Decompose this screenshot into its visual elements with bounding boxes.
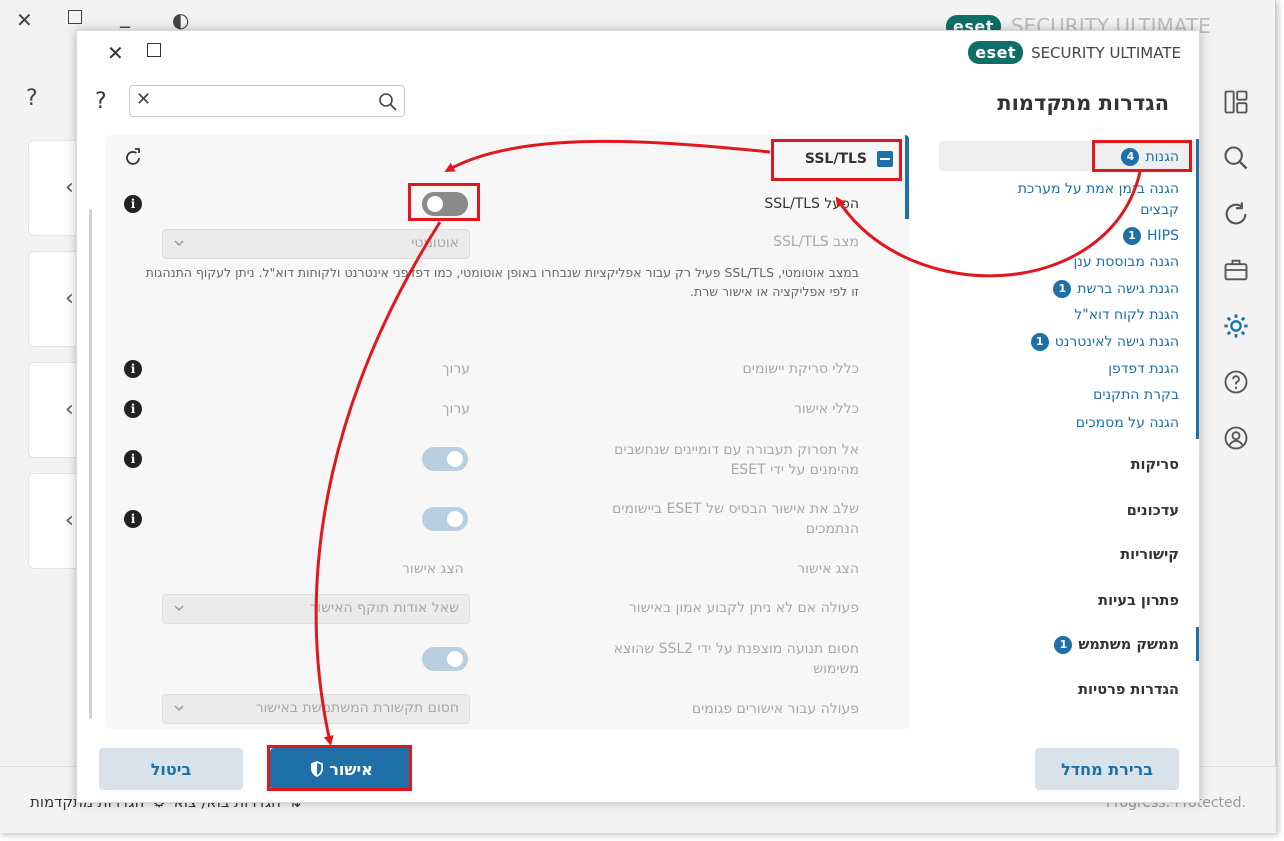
info-icon[interactable]: i	[124, 450, 142, 468]
nav-item-web-access[interactable]: הגנת גישה לאינטרנט 1	[1030, 333, 1179, 351]
enable-ssl-label: הפעל SSL/TLS	[764, 196, 859, 212]
nav-item-network-access[interactable]: הגנת גישה ברשת 1	[1053, 280, 1179, 298]
damaged-cert-value: חסום תקשורת המשתמשת באישור	[255, 700, 459, 716]
scan-search-icon[interactable]	[1222, 144, 1250, 172]
settings-gear-icon[interactable]	[1222, 312, 1250, 340]
tools-briefcase-icon[interactable]	[1222, 256, 1250, 284]
nav-item-realtime-fs[interactable]: הגנה בזמן אמת על מערכת קבצים	[979, 179, 1179, 221]
nav-item-document-protection[interactable]: הגנה על מסמכים	[1076, 415, 1179, 431]
ssl-mode-description: במצב אוטומטי, SSL/TLS פעיל רק עבור אפליק…	[145, 265, 859, 299]
toggle-knob	[447, 651, 463, 667]
block-ssl2-toggle[interactable]	[422, 647, 468, 671]
settings-panel: SSL/TLS הפעל SSL/TLS i מצב SSL/TLS אוטומ…	[106, 135, 909, 729]
nav-section-connectivity[interactable]: קישוריות	[1120, 547, 1179, 563]
ssl-mode-value: אוטומטי	[411, 235, 459, 251]
account-icon[interactable]	[1222, 424, 1250, 452]
app-rules-label: כללי סריקת יישומים	[742, 361, 859, 377]
clear-search-icon[interactable]: ✕	[136, 89, 151, 110]
cert-rules-label: כללי אישור	[793, 401, 859, 417]
default-button[interactable]: ברירת מחדל	[1035, 748, 1179, 790]
root-cert-label: שלב את אישור הבסיס של ESET ביישומים הנתמ…	[612, 501, 859, 537]
nav-item-browser[interactable]: הגנת דפדפן	[1108, 361, 1179, 377]
bg-chevron-left-icon: ‹	[65, 286, 74, 311]
untrusted-action-value: שאל אודות תוקף האישור	[309, 600, 459, 616]
bg-chevron-left-icon: ‹	[65, 397, 74, 422]
bg-chevron-left-icon: ‹	[65, 175, 74, 200]
nav-section-troubleshooting[interactable]: פתרון בעיות	[1098, 593, 1179, 609]
trusted-domains-toggle[interactable]	[422, 447, 468, 471]
help-support-icon[interactable]	[1222, 368, 1250, 396]
nav-active-bar	[1196, 139, 1199, 439]
advanced-setup-dialog: ✕ eset SECURITY ULTIMATE ? ✕ הגדרות מתקד…	[76, 30, 1200, 803]
maximize-icon[interactable]	[147, 43, 161, 57]
help-icon[interactable]: ?	[95, 89, 107, 114]
show-cert-link[interactable]: הצג אישור	[402, 561, 464, 577]
info-icon[interactable]: i	[124, 510, 142, 528]
nav-item-cloud[interactable]: הגנה מבוססת ענן	[1073, 254, 1179, 270]
bg-contrast-icon[interactable]: ◐	[172, 8, 189, 32]
nav-item-email-client[interactable]: הגנת לקוח דוא"ל	[1074, 307, 1179, 323]
nav-item-hips[interactable]: HIPS 1	[1123, 227, 1179, 245]
toggle-knob	[447, 511, 463, 527]
panel-scrollbar[interactable]	[89, 209, 92, 719]
search-input[interactable]	[160, 89, 370, 113]
dashboard-icon[interactable]	[1222, 88, 1250, 116]
revert-icon[interactable]	[124, 147, 144, 167]
nav-item-network-access-badge: 1	[1053, 280, 1072, 298]
page-title: הגדרות מתקדמות	[997, 91, 1169, 115]
root-cert-toggle[interactable]	[422, 507, 468, 531]
nav-item-web-access-label: הגנת גישה לאינטרנט	[1054, 334, 1179, 350]
search-icon[interactable]	[378, 92, 398, 112]
bg-help-icon[interactable]: ?	[26, 86, 38, 111]
app-rules-edit-link[interactable]: ערוך	[442, 361, 470, 377]
block-ssl2-label: חסום תנועה מוצפנת על ידי SSL2 שהוצא משימ…	[613, 641, 859, 677]
dialog-logo: eset SECURITY ULTIMATE	[968, 41, 1181, 64]
annotation-box-ok	[267, 745, 412, 791]
show-cert-label: הצג אישור	[797, 561, 859, 577]
ssl-mode-select[interactable]: אוטומטי	[162, 229, 470, 259]
annotation-box-toggle	[408, 183, 480, 221]
nav-item-hips-label: HIPS	[1147, 228, 1179, 244]
section-active-bar	[905, 135, 909, 219]
info-icon[interactable]: i	[124, 195, 142, 213]
toggle-knob	[447, 451, 463, 467]
annotation-box-ssl-header	[771, 139, 902, 181]
update-icon[interactable]	[1222, 200, 1250, 228]
bg-maximize-icon[interactable]	[68, 10, 82, 24]
untrusted-action-select[interactable]: שאל אודות תוקף האישור	[162, 594, 470, 624]
damaged-cert-label: פעולה עבור אישורים פגומים	[691, 701, 859, 717]
product-name: SECURITY ULTIMATE	[1031, 43, 1181, 62]
cert-rules-edit-link[interactable]: ערוך	[442, 401, 470, 417]
eset-badge: eset	[968, 41, 1024, 64]
ssl-mode-label: מצב SSL/TLS	[773, 234, 859, 250]
cancel-button[interactable]: ביטול	[99, 748, 243, 790]
search-box[interactable]: ✕	[129, 85, 405, 117]
bg-minimize-icon[interactable]: _	[120, 4, 130, 28]
nav-item-web-access-badge: 1	[1030, 333, 1049, 351]
annotation-box-protections	[1092, 140, 1192, 172]
bg-chevron-left-icon: ‹	[65, 508, 74, 533]
nav-user-interface-bar	[1196, 627, 1199, 661]
nav-section-user-interface-label: ממשק משתמש	[1078, 637, 1179, 653]
nav-section-user-interface[interactable]: ממשק משתמש 1	[1054, 636, 1179, 654]
nav-item-network-access-label: הגנת גישה ברשת	[1077, 281, 1179, 297]
nav-section-updates[interactable]: עדכונים	[1127, 503, 1179, 519]
nav-section-scans[interactable]: סריקות	[1131, 457, 1179, 473]
chevron-down-icon	[174, 605, 184, 612]
damaged-cert-select[interactable]: חסום תקשורת המשתמשת באישור	[162, 694, 470, 724]
nav-section-privacy[interactable]: הגדרות פרטיות	[1078, 682, 1179, 698]
chevron-down-icon	[174, 705, 184, 712]
trusted-domains-label: אל תסרוק תעבורה עם דומיינים שנחשבים מהימ…	[614, 442, 859, 478]
bg-close-icon[interactable]: ✕	[16, 8, 33, 32]
nav-item-device-control[interactable]: בקרת התקנים	[1093, 387, 1179, 403]
nav-item-hips-badge: 1	[1123, 227, 1141, 245]
info-icon[interactable]: i	[124, 400, 142, 418]
info-icon[interactable]: i	[124, 360, 142, 378]
chevron-down-icon	[174, 240, 184, 247]
nav-section-user-interface-badge: 1	[1054, 636, 1073, 654]
untrusted-action-label: פעולה אם לא ניתן לקבוע אמון באישור	[628, 600, 859, 616]
close-icon[interactable]: ✕	[107, 41, 124, 65]
